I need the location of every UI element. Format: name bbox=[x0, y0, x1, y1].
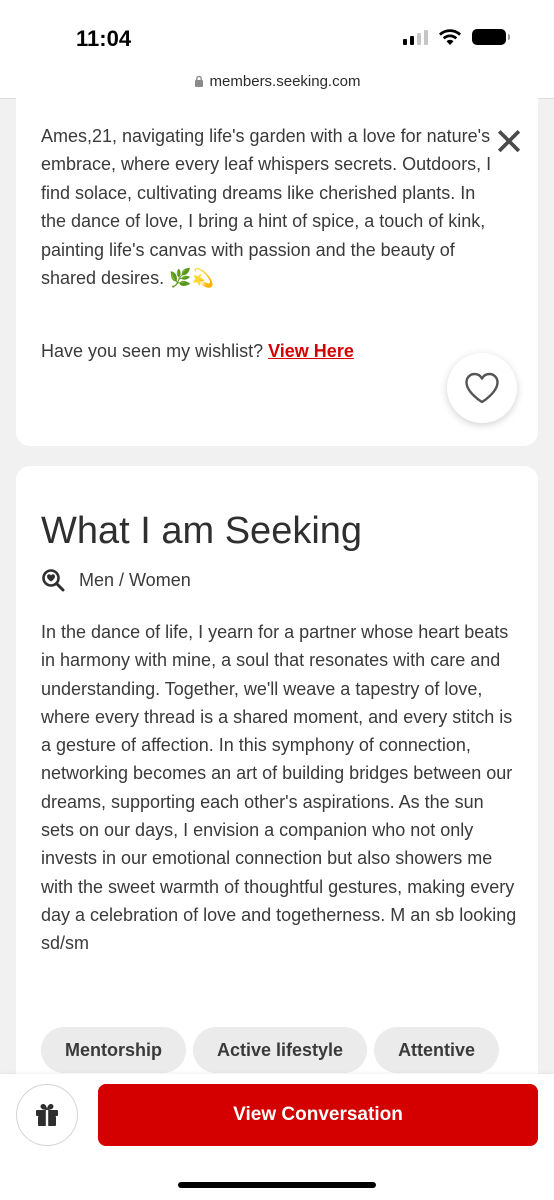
status-icons bbox=[403, 28, 510, 46]
home-indicator[interactable] bbox=[178, 1182, 376, 1188]
heart-icon bbox=[465, 372, 499, 404]
signal-icon bbox=[403, 29, 428, 45]
gift-icon bbox=[36, 1104, 58, 1126]
status-bar: 11:04 bbox=[0, 0, 554, 64]
tag-chip: Mentorship bbox=[41, 1027, 186, 1073]
seeking-text: In the dance of life, I yearn for a part… bbox=[41, 622, 517, 954]
about-text: Ames,21, navigating life's garden with a… bbox=[41, 126, 492, 289]
seeking-card: What I am Seeking Men / Women In the dan… bbox=[16, 466, 538, 1086]
seeking-gender: Men / Women bbox=[79, 569, 191, 590]
gift-button[interactable] bbox=[16, 1084, 78, 1146]
battery-icon bbox=[472, 29, 510, 45]
tag-chip: Attentive bbox=[374, 1027, 500, 1073]
lock-icon bbox=[194, 75, 203, 87]
wishlist-prefix: Have you seen my wishlist? bbox=[41, 341, 264, 361]
wifi-icon bbox=[439, 29, 461, 45]
wishlist-link[interactable]: View Here bbox=[268, 341, 354, 361]
seeking-title: What I am Seeking bbox=[41, 510, 363, 552]
about-card: Ames,21, navigating life's garden with a… bbox=[16, 98, 538, 446]
tag-list: Mentorship Active lifestyle Attentive bbox=[41, 1027, 500, 1073]
wishlist-line: Have you seen my wishlist? View Here bbox=[41, 341, 354, 362]
close-icon[interactable]: ✕ bbox=[492, 124, 526, 162]
url-text: members.seeking.com bbox=[209, 72, 361, 90]
address-bar[interactable]: members.seeking.com bbox=[0, 64, 554, 99]
tag-chip: Active lifestyle bbox=[193, 1027, 368, 1073]
view-conversation-button[interactable]: View Conversation bbox=[98, 1084, 538, 1146]
like-button[interactable] bbox=[447, 353, 517, 423]
status-time: 11:04 bbox=[76, 26, 132, 51]
search-heart-icon bbox=[42, 569, 65, 592]
seeking-gender-row: Men / Women bbox=[41, 568, 191, 592]
bottom-action-bar: View Conversation bbox=[0, 1074, 554, 1200]
